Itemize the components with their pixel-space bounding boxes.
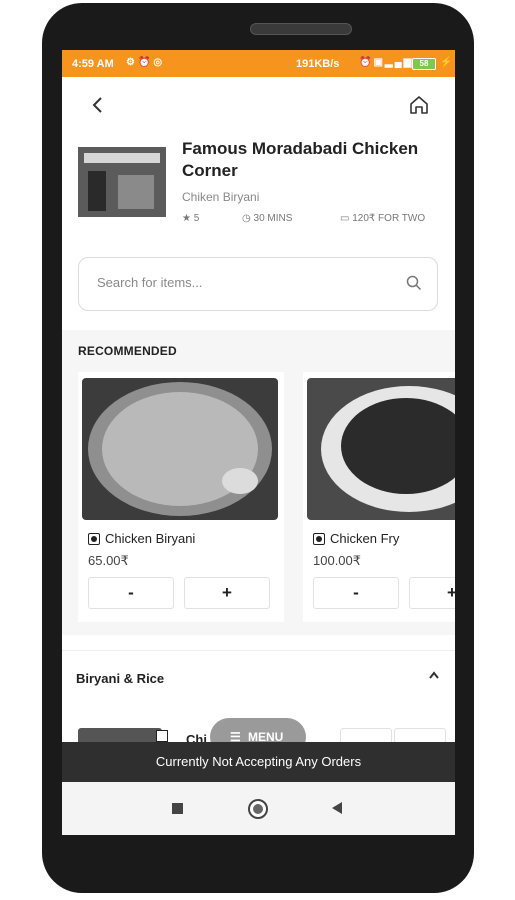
- food-image: [82, 378, 278, 520]
- settings-icon: ⚙: [126, 57, 138, 68]
- food-image: [307, 378, 455, 520]
- back-button[interactable]: [90, 94, 104, 120]
- item-price: 65.00₹: [88, 553, 129, 568]
- rating-value: 5: [193, 213, 200, 224]
- not-accepting-orders-banner: Currently Not Accepting Any Orders: [62, 742, 455, 782]
- alarm-icon: ⏰: [359, 57, 374, 68]
- item-name: Chicken Fry: [330, 531, 400, 546]
- increase-quantity-button[interactable]: +: [409, 577, 455, 609]
- home-icon[interactable]: [248, 799, 268, 819]
- network-speed: 191KB/s: [296, 58, 340, 70]
- restaurant-rating: ★ 5: [182, 213, 199, 224]
- status-time: 4:59 AM: [72, 58, 114, 70]
- home-icon: [410, 96, 428, 114]
- charging-icon: ⚡: [440, 57, 453, 68]
- search-icon[interactable]: [406, 275, 422, 296]
- back-icon[interactable]: [332, 802, 342, 814]
- star-icon: ★: [182, 213, 191, 224]
- cost-for-two-value: 120₹ FOR TWO: [352, 213, 426, 224]
- search-input[interactable]: [95, 274, 399, 291]
- restaurant-image: [78, 147, 166, 217]
- category-label: Biryani & Rice: [76, 671, 165, 686]
- home-button[interactable]: [408, 94, 430, 121]
- recommended-card[interactable]: Chicken Biryani 65.00₹ - +: [78, 372, 284, 622]
- item-price: 100.00₹: [313, 553, 362, 568]
- wallet-icon: ▭: [340, 213, 350, 224]
- battery-icon: 58: [412, 58, 436, 70]
- chevron-up-icon[interactable]: [428, 669, 440, 683]
- cost-for-two: ▭ 120₹ FOR TWO: [340, 213, 425, 224]
- chevron-left-icon: [92, 97, 102, 113]
- phone-speaker: [250, 23, 352, 35]
- app-screen: 4:59 AM ⚙⏰◎ 191KB/s ⏰▣▂▄▆ 58 ⚡ Famous Mo…: [62, 50, 455, 835]
- veg-indicator-icon: [313, 533, 325, 545]
- item-name: Chicken Biryani: [105, 531, 196, 546]
- alarm-icon: ⏰: [137, 57, 154, 68]
- veg-indicator-icon: [88, 533, 100, 545]
- recommended-label: RECOMMENDED: [78, 344, 177, 358]
- clock-icon: ◷: [242, 213, 251, 224]
- veg-indicator-icon: [156, 730, 168, 742]
- recents-icon[interactable]: [172, 803, 183, 814]
- delivery-time: ◷ 30 MINS: [242, 213, 292, 224]
- restaurant-name: Famous Moradabadi Chicken Corner: [182, 139, 419, 180]
- system-nav-bar: [62, 782, 455, 835]
- decrease-quantity-button[interactable]: -: [313, 577, 399, 609]
- signal-icon: ▂▄▆: [384, 57, 414, 68]
- status-bar: 4:59 AM ⚙⏰◎ 191KB/s ⏰▣▂▄▆ 58 ⚡: [62, 50, 455, 77]
- decrease-quantity-button[interactable]: -: [88, 577, 174, 609]
- search-box[interactable]: [78, 257, 438, 311]
- sync-icon: ◎: [153, 57, 166, 68]
- sim-icon: ▣: [373, 57, 385, 68]
- recommended-section: RECOMMENDED Chicken Biryani 65.00₹ - + C…: [62, 330, 455, 635]
- recommended-card[interactable]: Chicken Fry 100.00₹ - +: [303, 372, 455, 622]
- status-left-icons: ⚙⏰◎: [126, 57, 165, 68]
- delivery-time-value: 30 MINS: [253, 213, 293, 224]
- category-header[interactable]: Biryani & Rice: [62, 650, 455, 710]
- status-right-icons: ⏰▣▂▄▆: [359, 57, 413, 68]
- restaurant-cuisine: Chiken Biryani: [182, 190, 260, 204]
- increase-quantity-button[interactable]: +: [184, 577, 270, 609]
